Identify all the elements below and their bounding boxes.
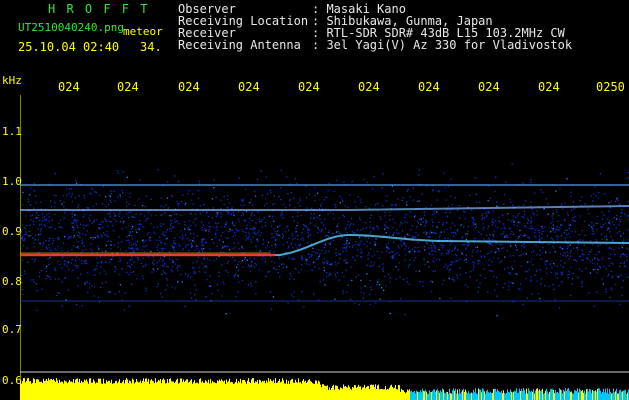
y-tick-0-6: 0.6 — [2, 374, 22, 387]
x-tick-7: 024 — [418, 80, 440, 94]
y-tick-0-7: 0.7 — [2, 323, 22, 336]
antenna-label: Receiving Antenna — [178, 38, 301, 52]
x-tick-10: 0250 — [596, 80, 625, 94]
y-tick-0-9: 0.9 — [2, 225, 22, 238]
spectrogram-canvas — [20, 95, 629, 400]
y-tick-1-0: 1.0 — [2, 175, 22, 188]
x-tick-5: 024 — [298, 80, 320, 94]
meteor-count: 34. — [140, 40, 162, 54]
y-tick-1-1: 1.1 — [2, 125, 22, 138]
y-unit-label: kHz — [2, 74, 22, 87]
brand-title: H R O F F T — [48, 2, 150, 16]
meteor-label: meteor — [123, 25, 163, 38]
filename-label: UT2510040240.png — [18, 21, 124, 34]
y-tick-0-8: 0.8 — [2, 275, 22, 288]
x-tick-2: 024 — [117, 80, 139, 94]
antenna-value: : 3el Yagi(V) Az 330 for Vladivostok — [312, 38, 573, 52]
x-tick-3: 024 — [178, 80, 200, 94]
level-bars — [20, 378, 629, 400]
x-tick-4: 024 — [238, 80, 260, 94]
x-tick-9: 024 — [538, 80, 560, 94]
x-tick-1: 024 — [58, 80, 80, 94]
header-left: H R O F F T UT2510040240.png meteor 25.1… — [0, 0, 175, 60]
x-tick-6: 024 — [358, 80, 380, 94]
x-tick-8: 024 — [478, 80, 500, 94]
datetime-label: 25.10.04 02:40 — [18, 40, 120, 54]
